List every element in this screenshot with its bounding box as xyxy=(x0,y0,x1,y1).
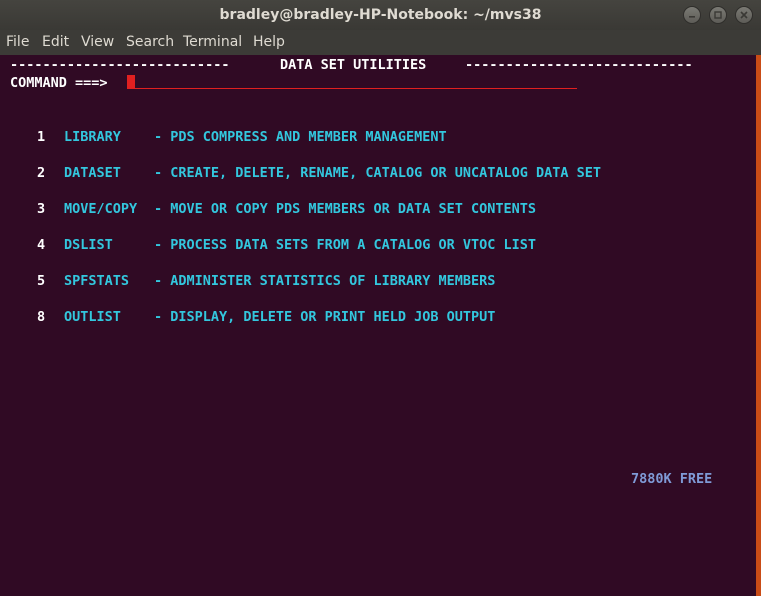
header-rule-left: --------------------------- xyxy=(10,57,230,73)
free-memory-indicator: 7880K FREE xyxy=(631,471,713,487)
minimize-icon[interactable] xyxy=(683,6,702,24)
command-cursor xyxy=(127,75,135,89)
header-rule-right: ---------------------------- xyxy=(465,57,693,73)
option-number: 8 xyxy=(37,309,46,325)
option-description: - ADMINISTER STATISTICS OF LIBRARY MEMBE… xyxy=(154,273,496,289)
option-dataset[interactable]: DATASET xyxy=(64,164,121,182)
option-description: - PDS COMPRESS AND MEMBER MANAGEMENT xyxy=(154,129,447,145)
close-icon[interactable] xyxy=(735,6,753,24)
option-move-copy[interactable]: MOVE/COPY xyxy=(64,200,137,218)
option-number: 5 xyxy=(37,273,46,289)
option-number: 2 xyxy=(37,165,46,181)
option-spfstats[interactable]: SPFSTATS xyxy=(64,272,129,290)
window-title: bradley@bradley-HP-Notebook: ~/mvs38 xyxy=(219,7,542,23)
menu-search[interactable]: Search xyxy=(126,34,174,50)
option-number: 4 xyxy=(37,237,46,253)
menu-bar: File Edit View Search Terminal Help xyxy=(0,30,761,55)
option-number: 3 xyxy=(37,201,46,217)
menu-help[interactable]: Help xyxy=(253,34,285,50)
option-dslist[interactable]: DSLIST xyxy=(64,236,113,254)
title-bar[interactable]: bradley@bradley-HP-Notebook: ~/mvs38 xyxy=(0,0,761,30)
option-description: - CREATE, DELETE, RENAME, CATALOG OR UNC… xyxy=(154,165,602,181)
option-outlist[interactable]: OUTLIST xyxy=(64,308,121,326)
menu-terminal[interactable]: Terminal xyxy=(183,34,242,50)
maximize-icon[interactable] xyxy=(709,6,728,24)
terminal-window: bradley@bradley-HP-Notebook: ~/mvs38 Fil… xyxy=(0,0,761,596)
window-controls xyxy=(680,6,753,24)
option-description: - DISPLAY, DELETE OR PRINT HELD JOB OUTP… xyxy=(154,309,496,325)
option-library[interactable]: LIBRARY xyxy=(64,128,121,146)
command-input-underline xyxy=(127,88,577,89)
option-description: - PROCESS DATA SETS FROM A CATALOG OR VT… xyxy=(154,237,537,253)
menu-file[interactable]: File xyxy=(6,34,29,50)
menu-view[interactable]: View xyxy=(81,34,114,50)
command-label: COMMAND ===> xyxy=(10,75,108,91)
panel-title: DATA SET UTILITIES xyxy=(280,57,427,73)
option-description: - MOVE OR COPY PDS MEMBERS OR DATA SET C… xyxy=(154,201,537,217)
menu-edit[interactable]: Edit xyxy=(42,34,69,50)
scrollbar[interactable] xyxy=(756,55,761,596)
option-number: 1 xyxy=(37,129,46,145)
